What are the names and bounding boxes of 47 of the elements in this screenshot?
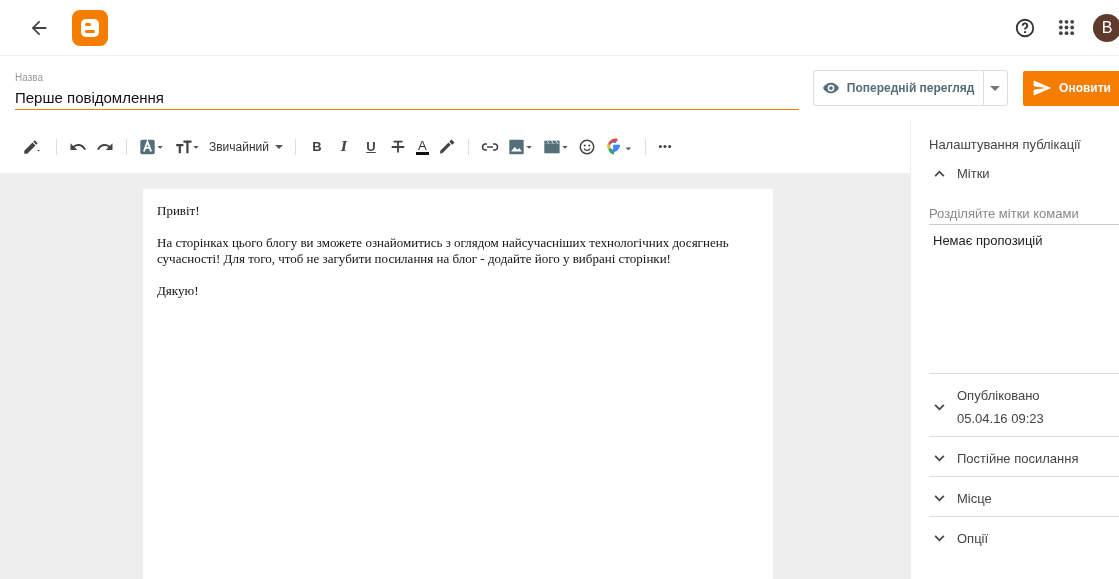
post-paragraph: Дякую! [157, 283, 200, 299]
paragraph-style-dropdown[interactable]: Звичайний [209, 139, 283, 154]
chevron-icon [934, 535, 945, 542]
title-label: Назва [15, 72, 45, 83]
apps-grid-icon[interactable] [1058, 19, 1075, 36]
section-header[interactable]: Місце [929, 477, 1119, 516]
section-label: Постійне посилання [957, 451, 1079, 466]
section-header[interactable]: Опубліковано 05.04.16 09:23 [929, 374, 1119, 436]
post-paragraph: На сторінках цього блогу ви зможете ознайомитись з оглядом найсучасніших технологічних досягнень сучасності! Для того, чтоб не загубити посилання на блог - додайте його у вибрані сторінки! [157, 235, 730, 267]
title-field[interactable]: Назва Перше повідомлення [15, 72, 799, 110]
account-avatar[interactable]: B [1093, 13, 1119, 42]
section-label: Місце [957, 491, 992, 506]
sidebar-title: Налаштування публікації [929, 137, 1082, 152]
image-icon[interactable] [507, 137, 534, 156]
preview-button[interactable]: Попередній перегляд [812, 70, 983, 106]
underline-button[interactable]: U [362, 139, 380, 154]
video-clapper-icon[interactable] [542, 137, 569, 156]
caret-icon [275, 144, 283, 149]
section-header[interactable]: Опції [929, 517, 1119, 556]
chevron-icon [934, 455, 945, 462]
section-label: Мітки [957, 166, 990, 181]
chevron-icon [934, 170, 945, 177]
help-icon[interactable] [1014, 16, 1036, 39]
emoji-icon[interactable] [577, 137, 596, 156]
caret-icon [990, 85, 1001, 91]
section-label: Опубліковано [957, 388, 1041, 403]
marker-icon[interactable] [437, 137, 456, 156]
highlight-color-icon[interactable] [139, 137, 165, 156]
send-icon [1032, 78, 1053, 98]
chevron-icon [934, 403, 945, 411]
publish-date: 05.04.16 09:23 [957, 411, 1044, 426]
suggestions-note: Немає пропозицій [933, 233, 1044, 248]
font-size-icon[interactable] [174, 137, 200, 156]
chevron-icon [934, 495, 945, 502]
preview-dropdown[interactable] [982, 70, 1009, 106]
preview-label: Попередній перегляд [846, 81, 975, 95]
update-label: Оновити [1059, 81, 1111, 95]
section-header[interactable]: Постійне посилання [929, 437, 1119, 476]
section-label: Опції [957, 531, 989, 546]
section-header[interactable]: Мітки [929, 152, 1119, 191]
bold-button[interactable]: B [308, 139, 326, 154]
more-icon[interactable] [657, 144, 672, 149]
post-paragraph: Привіт! [157, 203, 201, 219]
text-color-button[interactable]: A [416, 138, 429, 155]
google-g-icon[interactable] [604, 137, 633, 156]
logo-icon[interactable] [72, 9, 108, 46]
italic-button[interactable]: I [335, 139, 353, 154]
